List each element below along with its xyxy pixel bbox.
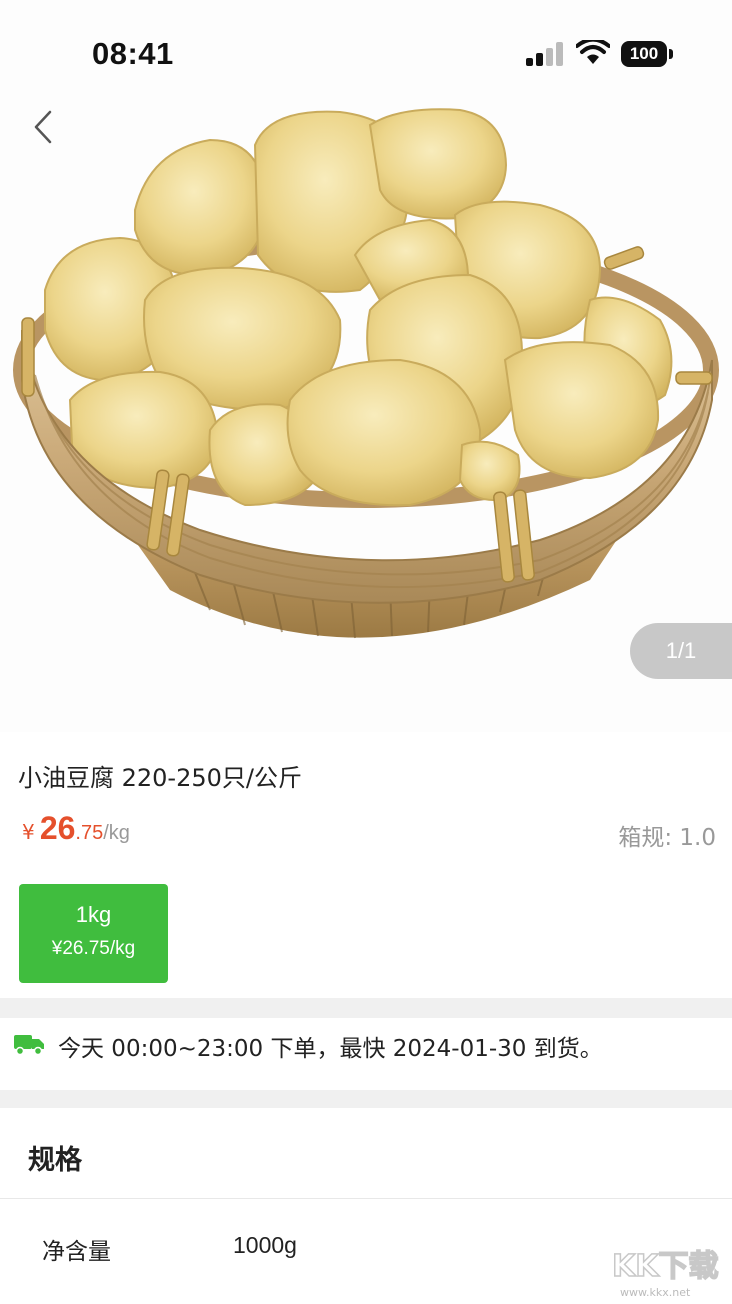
- status-time: 08:41: [92, 36, 174, 71]
- price-decimal: .75: [75, 822, 104, 844]
- section-divider: [0, 998, 732, 1018]
- sku-weight: 1kg: [75, 902, 112, 927]
- battery-level: 100: [621, 41, 667, 67]
- sku-option-1kg[interactable]: 1kg ¥26.75/kg: [19, 884, 168, 983]
- section-divider: [0, 1090, 732, 1108]
- price-unit: /kg: [103, 822, 130, 844]
- price-currency: ¥: [22, 820, 35, 844]
- fried-tofu-basket-image: [13, 108, 719, 639]
- sku-price: ¥26.75/kg: [51, 938, 136, 959]
- box-spec: 箱规: 1.0: [618, 825, 716, 851]
- wifi-icon: [576, 40, 610, 64]
- spec-key-net-content: 净含量: [42, 1239, 111, 1265]
- product-title: 小油豆腐 220-250只/公斤: [18, 764, 302, 792]
- divider-line: [0, 1198, 732, 1199]
- chevron-left-icon: [34, 110, 52, 144]
- product-image[interactable]: [0, 0, 732, 732]
- specs-title: 规格: [28, 1145, 82, 1176]
- svg-text:www.kkx.net: www.kkx.net: [620, 1286, 691, 1299]
- cellular-signal-icon: [526, 42, 563, 66]
- svg-text:KK下载: KK下载: [612, 1249, 719, 1284]
- price-integer: 26: [39, 810, 76, 846]
- battery-icon: 100: [621, 41, 673, 67]
- back-button[interactable]: [22, 100, 66, 156]
- delivery-text: 今天 00:00~23:00 下单，最快 2024-01-30 到货。: [58, 1036, 603, 1062]
- spec-value-net-content: 1000g: [233, 1232, 297, 1258]
- status-bar: 08:41 100: [0, 0, 732, 100]
- delivery-truck-icon: [14, 1035, 44, 1056]
- delivery-info: 今天 00:00~23:00 下单，最快 2024-01-30 到货。: [0, 1018, 732, 1090]
- image-page-indicator: 1/1: [630, 623, 732, 679]
- product-price: ¥ 26.75/kg: [22, 810, 130, 847]
- kkx-watermark-logo: KK下载 www.kkx.net: [611, 1248, 719, 1299]
